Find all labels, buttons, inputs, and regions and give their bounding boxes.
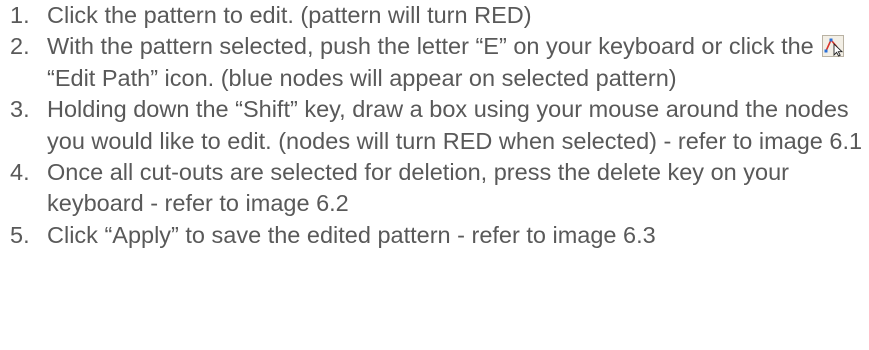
step-text: Click “Apply” to save the edited pattern…	[47, 221, 656, 248]
step-number: 3.	[10, 96, 30, 123]
step-text-before-icon: With the pattern selected, push the lett…	[47, 33, 821, 60]
step-4: 4. Once all cut-outs are selected for de…	[10, 157, 865, 220]
step-1: 1. Click the pattern to edit. (pattern w…	[10, 0, 865, 31]
step-text: With the pattern selected, push the lett…	[47, 31, 865, 94]
step-2: 2. With the pattern selected, push the l…	[10, 31, 865, 94]
step-text-after-icon: “Edit Path” icon. (blue nodes will appea…	[47, 64, 677, 91]
step-text: Once all cut-outs are selected for delet…	[47, 159, 789, 217]
step-number: 5.	[10, 221, 30, 248]
step-number: 1.	[10, 2, 30, 28]
step-number: 4.	[10, 159, 30, 186]
step-number: 2.	[10, 33, 30, 60]
step-3: 3. Holding down the “Shift” key, draw a …	[10, 94, 865, 157]
step-text: Click the pattern to edit. (pattern will…	[47, 2, 532, 28]
instruction-list: 1. Click the pattern to edit. (pattern w…	[10, 0, 865, 251]
edit-path-icon	[822, 35, 845, 58]
step-5: 5. Click “Apply” to save the edited patt…	[10, 220, 865, 251]
step-text: Holding down the “Shift” key, draw a box…	[47, 96, 863, 154]
